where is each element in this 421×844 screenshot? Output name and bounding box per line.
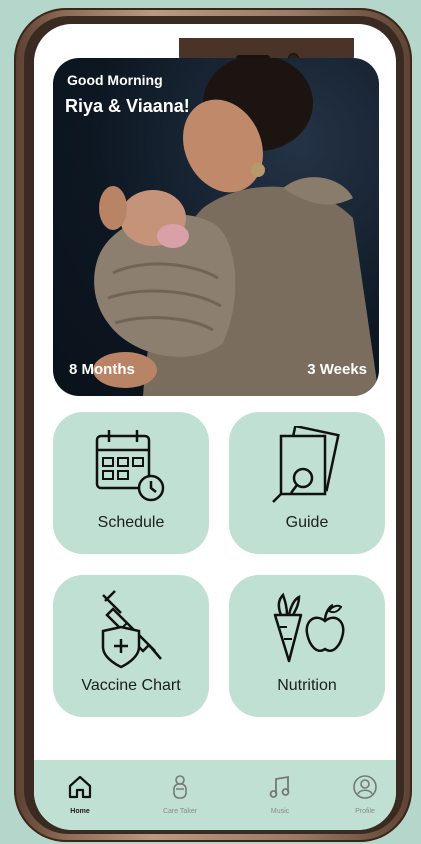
tab-home-label: Home — [70, 808, 90, 815]
tab-profile[interactable]: Profile — [330, 774, 400, 815]
calendar-clock-icon — [95, 430, 165, 502]
greeting-text: Good Morning — [67, 72, 163, 88]
profile-icon — [353, 775, 377, 799]
music-note-icon — [269, 775, 290, 798]
tab-care-taker-label: Care Taker — [162, 808, 198, 815]
age-months: 8 Months — [69, 361, 135, 378]
tab-care-taker[interactable]: Care Taker — [145, 774, 215, 815]
home-icon — [68, 775, 92, 799]
tab-music[interactable]: Music — [245, 774, 315, 815]
guide-book-icon — [272, 426, 340, 503]
tab-music-label: Music — [270, 808, 290, 815]
tab-profile-label: Profile — [355, 808, 375, 815]
user-names: Riya & Viaana! — [65, 96, 190, 116]
age-weeks: 3 Weeks — [307, 361, 367, 378]
guide-label: Guide — [285, 514, 329, 531]
carrot-apple-icon — [273, 592, 345, 663]
vaccine-chart-tile[interactable]: Vaccine Chart — [53, 575, 209, 717]
hero-photo-card[interactable]: Good Morning Riya & Viaana! 8 Months 3 W… — [53, 58, 379, 396]
bottom-tab-bar: Home Care Taker Music Profile — [34, 760, 396, 830]
nutrition-tile[interactable]: Nutrition — [229, 575, 385, 717]
tab-home[interactable]: Home — [45, 774, 115, 815]
baby-icon — [173, 775, 187, 799]
vaccine-chart-label: Vaccine Chart — [81, 677, 181, 694]
schedule-tile[interactable]: Schedule — [53, 412, 209, 554]
schedule-label: Schedule — [97, 514, 165, 531]
guide-tile[interactable]: Guide — [229, 412, 385, 554]
syringe-shield-icon — [101, 590, 162, 669]
nutrition-label: Nutrition — [277, 677, 337, 694]
